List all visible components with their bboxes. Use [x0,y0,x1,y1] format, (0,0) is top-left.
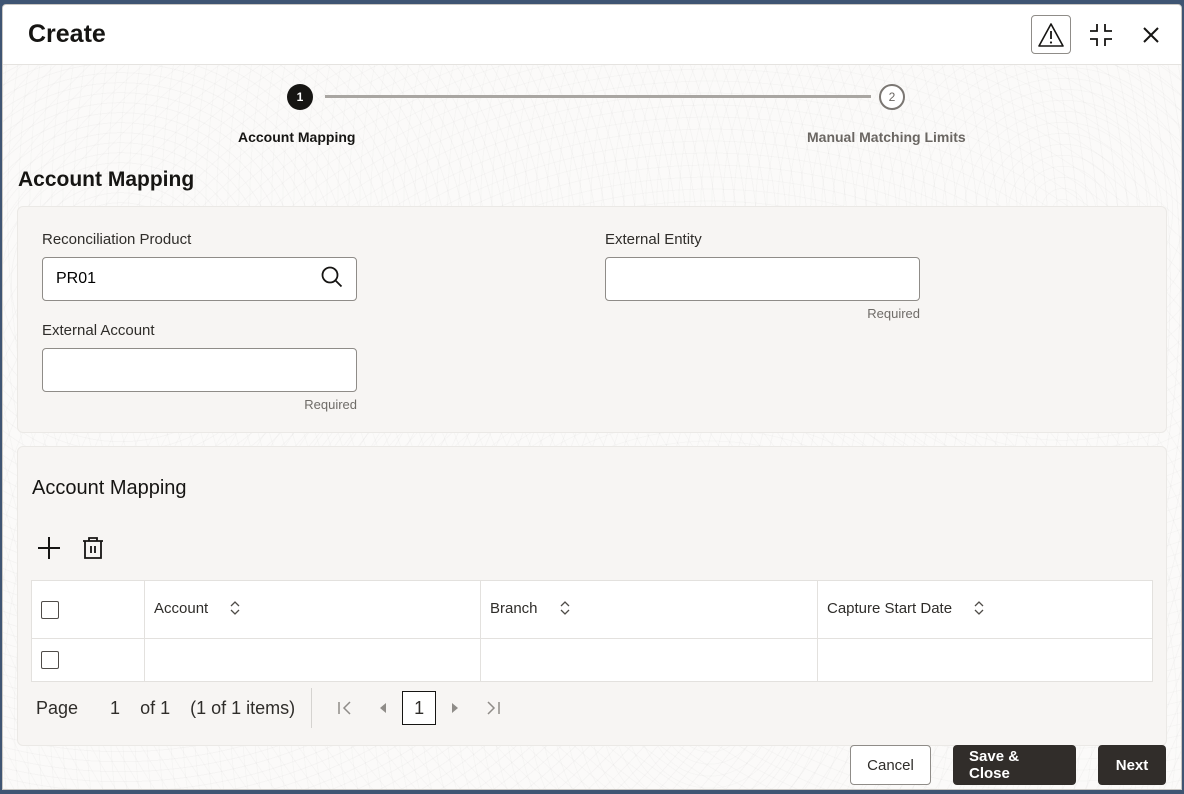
select-all-cell [31,580,145,639]
page-input[interactable]: 1 [110,698,120,719]
external-entity-input-wrapper [605,257,920,301]
next-button[interactable]: Next [1098,745,1166,785]
save-close-button[interactable]: Save & Close [953,745,1076,785]
column-header-account-label: Account [154,600,209,618]
cancel-button[interactable]: Cancel [850,745,931,785]
warning-button[interactable] [1031,15,1071,54]
account-cell[interactable] [144,638,481,682]
column-header-branch-label: Branch [490,600,538,618]
create-dialog: Create 1 2 Account Mapping Manual Matchi… [2,4,1182,790]
current-page-button[interactable]: 1 [402,691,437,725]
items-summary: (1 of 1 items) [190,697,296,718]
previous-page-icon [380,703,387,713]
external-entity-label: External Entity [605,231,702,248]
sort-icon[interactable] [974,600,984,619]
step-1-label[interactable]: Account Mapping [238,129,355,145]
table-header-row: Account Branch Capture Start Date [31,580,1153,639]
pagination: Page 1 of 1 (1 of 1 items) 1 [36,687,512,729]
page-total: of 1 [140,697,171,718]
row-checkbox[interactable] [41,651,59,670]
page-label: Page [36,697,79,718]
close-icon [1143,26,1159,43]
column-header-branch[interactable]: Branch [480,580,818,639]
warning-icon [1038,22,1064,47]
add-row-button[interactable] [34,533,64,563]
branch-cell[interactable] [480,638,818,682]
external-entity-field: External Entity Required [605,231,920,321]
row-select-cell [31,638,145,682]
reconciliation-product-label: Reconciliation Product [42,231,192,248]
next-page-icon [452,703,459,713]
search-icon[interactable] [321,266,343,293]
add-icon [38,537,60,559]
first-page-icon [338,701,351,715]
delete-icon [83,537,103,559]
first-page-button[interactable] [326,691,364,725]
reconciliation-product-input[interactable] [56,270,321,288]
form-panel: Reconciliation Product External Entity R… [17,206,1167,433]
step-train: 1 2 Account Mapping Manual Matching Limi… [3,81,1181,151]
delete-row-button[interactable] [78,533,108,563]
sort-icon[interactable] [230,600,240,619]
column-header-capture-start-date-label: Capture Start Date [827,600,953,618]
column-header-capture-start-date[interactable]: Capture Start Date [817,580,1153,639]
dialog-footer: Cancel Save & Close Next [850,745,1166,785]
last-page-button[interactable] [474,691,512,725]
collapse-button[interactable] [1081,15,1121,54]
dialog-header: Create [3,5,1181,65]
dialog-title: Create [28,20,106,48]
section-title: Account Mapping [18,168,195,191]
capture-start-date-cell[interactable] [817,638,1153,682]
collapse-icon [1090,23,1112,46]
external-account-field: External Account Required [42,322,357,412]
step-1-indicator[interactable]: 1 [287,84,313,110]
grid-toolbar [34,533,108,563]
table-row[interactable] [31,638,1153,682]
grid-title: Account Mapping [32,477,187,499]
pager-divider [311,688,313,728]
external-account-label: External Account [42,322,155,339]
header-actions [1031,15,1171,54]
account-mapping-table: Account Branch Capture Start Date [31,580,1153,682]
account-mapping-grid-panel: Account Mapping Account Branch Capture S… [17,446,1167,746]
external-entity-input[interactable] [619,270,906,288]
reconciliation-product-input-wrapper [42,257,357,301]
reconciliation-product-field: Reconciliation Product [42,231,357,301]
previous-page-button[interactable] [364,691,402,725]
select-all-checkbox[interactable] [41,600,59,619]
external-account-input[interactable] [56,361,343,379]
sort-icon[interactable] [560,600,570,619]
close-button[interactable] [1131,15,1171,54]
step-2-indicator[interactable]: 2 [879,84,905,110]
last-page-icon [487,701,500,715]
external-account-required-hint: Required [304,397,357,412]
next-page-button[interactable] [436,691,474,725]
column-header-account[interactable]: Account [144,580,481,639]
step-2-label[interactable]: Manual Matching Limits [807,129,966,145]
external-entity-required-hint: Required [867,306,920,321]
external-account-input-wrapper [42,348,357,392]
train-connector [325,95,871,98]
